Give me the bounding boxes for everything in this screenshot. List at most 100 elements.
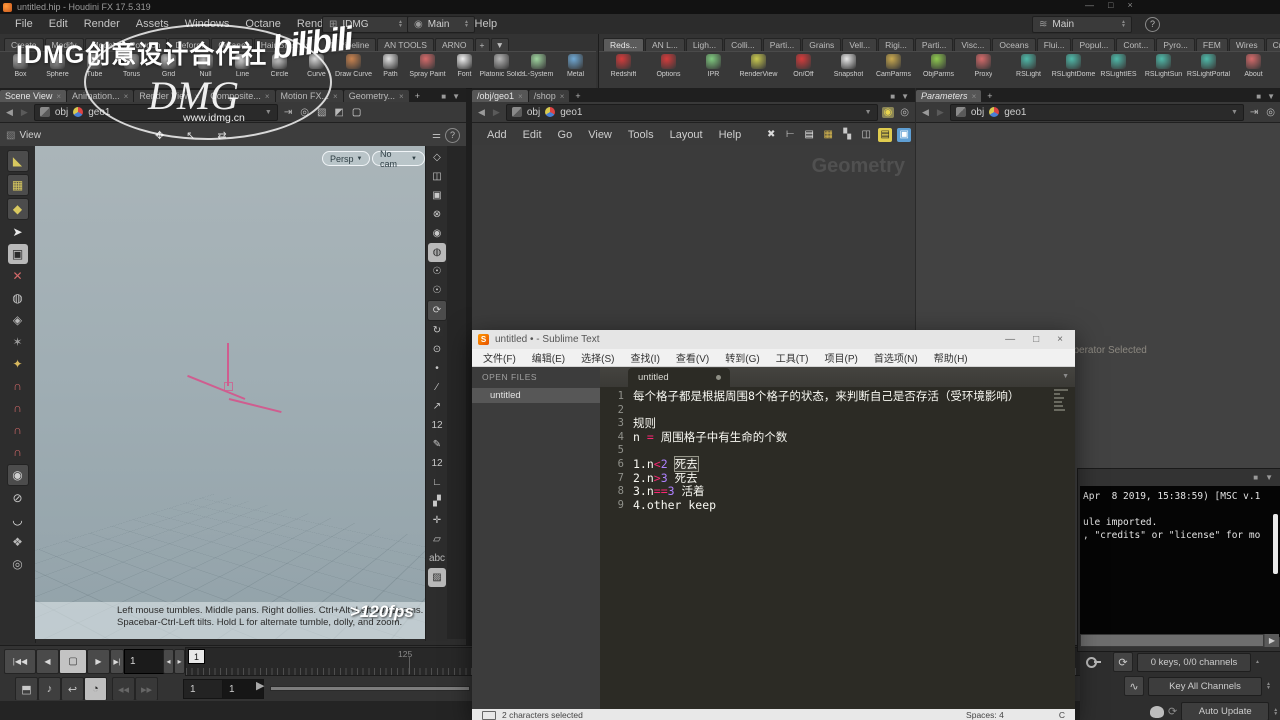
background-image-icon[interactable]: ▨ — [428, 568, 446, 587]
shelf-tab-cont[interactable]: Cont... — [1116, 38, 1155, 51]
shelf-tool-on-off[interactable]: On/Off — [781, 52, 826, 88]
help-icon[interactable]: ? — [1145, 17, 1160, 32]
sublime-menu-item[interactable]: 首选项(N) — [867, 349, 925, 366]
maximize-button[interactable]: □ — [1108, 0, 1113, 10]
shelf-tab-arno[interactable]: ARNO — [435, 38, 474, 51]
scroll-right-icon[interactable]: ▶ — [1265, 634, 1279, 647]
syntax-status[interactable]: C — [1059, 710, 1065, 720]
rig-tool-icon[interactable]: ✶ — [8, 332, 28, 352]
net-tree-icon[interactable]: ⊢ — [783, 128, 797, 142]
shelf-tool-l-system[interactable]: L-System — [520, 52, 557, 88]
tab-close-icon[interactable]: × — [265, 92, 270, 101]
shelf-tool-path[interactable]: Path — [372, 52, 409, 88]
shelf-tool-platonic-solids[interactable]: Platonic Solids — [483, 52, 520, 88]
radial-menu-icon[interactable]: ◎ — [898, 107, 911, 118]
playbar-options-icon[interactable]: ⬒ — [15, 677, 38, 701]
update-mode-dropdown[interactable]: Auto Update — [1181, 702, 1269, 720]
breadcrumb-node[interactable]: geo1 — [560, 107, 582, 118]
sublime-maximize-button[interactable]: □ — [1033, 334, 1039, 345]
shelf-tab-rigi[interactable]: Rigi... — [878, 38, 914, 51]
sublime-menu-item[interactable]: 项目(P) — [818, 349, 865, 366]
new-tab-button[interactable]: + — [570, 90, 585, 102]
geometry-cube-icon[interactable]: ▧ — [315, 107, 328, 118]
lighting-bulb-icon[interactable]: ◍ — [428, 243, 446, 262]
net-menu-go[interactable]: Go — [551, 127, 580, 143]
shelf-tool-rslight[interactable]: RSLight — [1006, 52, 1051, 88]
view-menu-label[interactable]: View — [19, 130, 41, 141]
new-tab-button[interactable]: + — [410, 90, 425, 102]
memory-brain-icon[interactable] — [1150, 706, 1164, 718]
net-menu-view[interactable]: View — [581, 127, 619, 143]
snap-point-magnet-icon[interactable]: ∩ — [8, 420, 28, 440]
go-to-end-button[interactable]: ▶| — [110, 649, 124, 674]
tab-close-icon[interactable]: × — [56, 92, 61, 101]
shelf-tab-deform[interactable]: Deform — [168, 38, 210, 51]
range-slider-handle[interactable]: ▶ — [256, 679, 264, 692]
shelf-tool-rslightdome[interactable]: RSLightDome — [1051, 52, 1096, 88]
net-grid-icon[interactable]: ▚ — [840, 128, 854, 142]
desktop-main-spinner[interactable]: ▲▼ — [464, 20, 469, 28]
viewport-canvas[interactable]: Persp ▼ No cam ▼ Left mouse tumbles. Mid… — [35, 146, 425, 639]
breadcrumb-node[interactable]: geo1 — [88, 107, 110, 118]
par-forward-icon[interactable]: ▶ — [935, 107, 946, 118]
marker-pen-icon[interactable]: ✎ — [428, 435, 446, 454]
shelf-tab-reds[interactable]: Reds... — [603, 38, 644, 51]
tab-close-icon[interactable]: × — [518, 92, 523, 101]
tab-close-icon[interactable]: × — [399, 92, 404, 101]
range-slider-track[interactable] — [270, 686, 470, 691]
sublime-minimap[interactable] — [1051, 387, 1075, 709]
tumble-cursor-icon[interactable]: ✥ — [155, 129, 164, 142]
breadcrumb-root[interactable]: obj — [971, 107, 984, 118]
breadcrumb-caret-icon[interactable]: ▼ — [1231, 109, 1238, 116]
net-menu-help[interactable]: Help — [712, 127, 749, 143]
shelf-tool-line[interactable]: Line — [224, 52, 261, 88]
pane-tab-composite[interactable]: Composite...× — [205, 90, 274, 102]
go-to-start-button[interactable]: |◀◀ — [4, 649, 36, 674]
next-key-icon[interactable]: ▸▸ — [135, 677, 158, 701]
light-pin-icon[interactable]: ☉ — [428, 281, 446, 300]
pane-tab-motion-fx[interactable]: Motion FX...× — [276, 90, 343, 102]
shelf-tab-vell[interactable]: Vell... — [842, 38, 877, 51]
pane-tab-animation[interactable]: Animation...× — [67, 90, 133, 102]
prim-numbers-icon[interactable]: 12 — [428, 454, 446, 473]
shelf-tool-rslightportal[interactable]: RSLightPortal — [1186, 52, 1231, 88]
secure-selection-lock-icon[interactable]: ▣ — [8, 244, 28, 264]
shelf-tab-octane[interactable]: Octane — [211, 38, 252, 51]
pane-tab-scene-view[interactable]: Scene View× — [0, 90, 66, 102]
group-dots-icon[interactable]: ▞ — [428, 492, 446, 511]
scrollbar-thumb[interactable] — [1080, 634, 1264, 647]
shelf-tab-colli[interactable]: Colli... — [724, 38, 762, 51]
hand-tool-icon[interactable]: ❖ — [8, 532, 28, 552]
pivot-view-icon[interactable]: ⊙ — [428, 340, 446, 359]
axis-display-icon[interactable]: ✛ — [428, 511, 446, 530]
forward-icon[interactable]: ▶ — [19, 107, 30, 118]
console-horizontal-scrollbar[interactable]: ▶ — [1080, 634, 1279, 647]
shelf-add-tab-button[interactable]: + — [475, 38, 490, 51]
shelf-tab-create[interactable]: Create — [4, 38, 44, 51]
orbit-center-icon[interactable]: ⟳ — [427, 300, 447, 321]
tab-close-icon[interactable]: × — [195, 92, 200, 101]
cycle-keys-icon[interactable]: ⟳ — [1113, 652, 1133, 672]
prev-key-icon[interactable]: ◂◂ — [112, 677, 135, 701]
realtime-clock-icon[interactable]: ◔ — [84, 677, 107, 701]
net-menu-layout[interactable]: Layout — [663, 127, 710, 143]
breadcrumb-caret-icon[interactable]: ▼ — [865, 109, 872, 116]
range-start-field[interactable]: 1 — [183, 679, 223, 699]
breadcrumb-root[interactable]: obj — [55, 107, 68, 118]
snap-curve-magnet-icon[interactable]: ∩ — [8, 398, 28, 418]
shelf-tool-options[interactable]: Options — [646, 52, 691, 88]
desktop-spinner[interactable]: ▲▼ — [398, 20, 403, 28]
indent-status[interactable]: Spaces: 4 — [966, 710, 1004, 720]
shelf-tool-camparms[interactable]: CamParms — [871, 52, 916, 88]
pose-tool-icon[interactable]: ◍ — [8, 288, 28, 308]
snap-combo-magnet-icon[interactable]: ∩ — [8, 442, 28, 462]
select-visible-icon[interactable]: ◆ — [7, 198, 29, 220]
sublime-menu-item[interactable]: 转到(G) — [718, 349, 766, 366]
net-back-icon[interactable]: ◀ — [476, 107, 487, 118]
show-points-icon[interactable]: • — [428, 359, 446, 378]
shelf-tool-proxy[interactable]: Proxy — [961, 52, 1006, 88]
console-vertical-scrollbar[interactable] — [1273, 514, 1278, 574]
playhead-marker[interactable]: 1 — [188, 649, 205, 664]
dolly-cursor-icon[interactable]: ⇄ — [217, 129, 226, 142]
view-mode-icon[interactable]: ◉ — [7, 464, 29, 486]
